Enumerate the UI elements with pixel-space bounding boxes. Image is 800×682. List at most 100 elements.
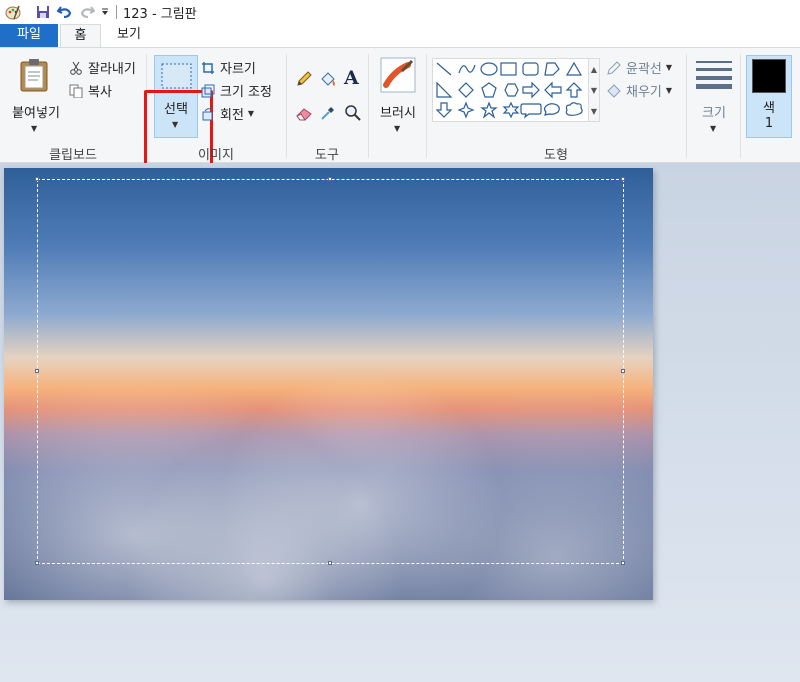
title-bar: 123 - 그림판: [0, 0, 800, 24]
right-triangle-shape-icon: [436, 81, 453, 98]
fill-dropdown-icon[interactable]: ▼: [666, 86, 672, 95]
resize-button[interactable]: 크기 조정: [200, 81, 272, 100]
paste-dropdown-icon[interactable]: ▼: [31, 124, 37, 133]
fill-label: 채우기: [626, 85, 662, 100]
redo-icon[interactable]: [76, 1, 98, 23]
selection-rectangle[interactable]: [37, 179, 624, 564]
customize-dropdown-icon[interactable]: [98, 1, 112, 23]
right-arrow-shape-icon: [522, 81, 540, 99]
selection-handle-top-right[interactable]: [621, 177, 625, 181]
pentagon-shape-icon: [481, 82, 497, 98]
title-separator: [116, 5, 117, 19]
triangle-shape-icon: [565, 61, 583, 76]
shapes-gallery-scrollbar[interactable]: ▲ ▼ ▼: [588, 58, 600, 122]
fill-bucket-icon[interactable]: [319, 70, 337, 92]
ribbon: 붙여넣기 ▼ 잘라내기 복사 클립보드 선택 ▼ 자르기 크기 조정 회전 ▼ …: [0, 47, 800, 196]
magnifier-icon[interactable]: [344, 104, 362, 126]
save-icon[interactable]: [32, 1, 54, 23]
eraser-icon[interactable]: [295, 104, 313, 126]
brushes-dropdown-icon[interactable]: ▼: [394, 124, 400, 133]
size-button[interactable]: 크기 ▼: [692, 54, 736, 134]
crop-button[interactable]: 자르기: [200, 58, 256, 77]
resize-icon: [200, 83, 216, 99]
group-separator: [286, 54, 287, 158]
fill-icon: [606, 83, 622, 99]
resize-label: 크기 조정: [220, 85, 272, 100]
cut-label: 잘라내기: [88, 62, 136, 77]
crop-icon: [200, 60, 216, 76]
diamond-shape-icon: [458, 82, 474, 98]
window-title: 123 - 그림판: [123, 6, 197, 22]
five-point-star-shape-icon: [480, 101, 498, 119]
selection-handle-bottom-right[interactable]: [621, 561, 625, 565]
ribbon-tab-bar: 파일 홈 보기: [0, 24, 800, 48]
left-arrow-shape-icon: [544, 81, 562, 99]
group-label-tools: 도구: [315, 148, 339, 163]
group-label-shapes: 도형: [544, 148, 568, 163]
selection-handle-left[interactable]: [35, 369, 39, 373]
selection-rectangle-icon: [161, 63, 192, 93]
scissors-icon: [68, 60, 84, 76]
oval-shape-icon: [480, 62, 498, 76]
rectangle-shape-icon: [500, 62, 517, 76]
size-label: 크기: [702, 106, 726, 121]
brushes-button[interactable]: 브러시 ▼: [374, 54, 422, 134]
rotate-button[interactable]: 회전 ▼: [200, 104, 254, 123]
color1-swatch[interactable]: [752, 59, 786, 93]
group-label-clipboard: 클립보드: [49, 148, 97, 163]
crop-label: 자르기: [220, 62, 256, 77]
selection-handle-top-left[interactable]: [35, 177, 39, 181]
rotate-dropdown-icon[interactable]: ▼: [248, 109, 254, 118]
tab-view[interactable]: 보기: [106, 24, 152, 47]
oval-callout-shape-icon: [543, 103, 560, 116]
cut-button[interactable]: 잘라내기: [68, 58, 136, 77]
shapes-gallery[interactable]: [432, 58, 590, 122]
outline-label: 윤곽선: [626, 62, 662, 77]
rounded-callout-shape-icon: [520, 103, 542, 119]
text-tool-icon[interactable]: A: [344, 68, 359, 88]
canvas-area[interactable]: [0, 163, 800, 682]
group-separator: [686, 54, 687, 158]
selection-handle-bottom[interactable]: [328, 561, 332, 565]
color1-sublabel: 1: [764, 116, 774, 131]
four-point-star-shape-icon: [457, 101, 475, 119]
image-canvas[interactable]: [4, 168, 653, 600]
line-shape-icon: [436, 62, 452, 76]
line-size-icon: [695, 58, 733, 94]
size-dropdown-icon[interactable]: ▼: [710, 124, 716, 133]
group-separator: [368, 54, 369, 158]
rotate-icon: [200, 106, 216, 122]
scroll-down-icon[interactable]: ▼: [589, 80, 599, 101]
gallery-expand-icon[interactable]: ▼: [589, 101, 599, 122]
color1-label: 색: [763, 101, 775, 116]
scroll-up-icon[interactable]: ▲: [589, 59, 599, 80]
outline-button[interactable]: 윤곽선 ▼: [606, 58, 672, 77]
selection-handle-right[interactable]: [621, 369, 625, 373]
outline-dropdown-icon[interactable]: ▼: [666, 63, 672, 72]
copy-button[interactable]: 복사: [68, 81, 112, 100]
copy-label: 복사: [88, 85, 112, 100]
selection-handle-bottom-left[interactable]: [35, 561, 39, 565]
down-arrow-shape-icon: [435, 102, 453, 118]
paste-button[interactable]: 붙여넣기 ▼: [6, 54, 64, 134]
tab-file[interactable]: 파일: [0, 24, 58, 47]
undo-icon[interactable]: [54, 1, 76, 23]
selection-handle-top[interactable]: [328, 177, 332, 181]
outline-pen-icon: [606, 60, 622, 76]
six-point-star-shape-icon: [502, 101, 520, 119]
up-arrow-shape-icon: [565, 82, 583, 98]
fill-button[interactable]: 채우기 ▼: [606, 81, 672, 100]
paint-app-icon[interactable]: [2, 1, 24, 23]
color-picker-icon[interactable]: [319, 104, 337, 126]
tab-home[interactable]: 홈: [60, 24, 101, 48]
rotate-label: 회전: [220, 108, 244, 123]
brushes-label: 브러시: [380, 106, 416, 121]
hexagon-shape-icon: [504, 83, 519, 97]
paste-label: 붙여넣기: [12, 106, 60, 121]
rounded-rectangle-shape-icon: [522, 62, 539, 76]
group-separator: [740, 54, 741, 158]
clipboard-icon: [19, 58, 49, 96]
pencil-icon[interactable]: [295, 70, 313, 92]
polygon-shape-icon: [544, 62, 560, 76]
brush-icon: [380, 57, 416, 97]
